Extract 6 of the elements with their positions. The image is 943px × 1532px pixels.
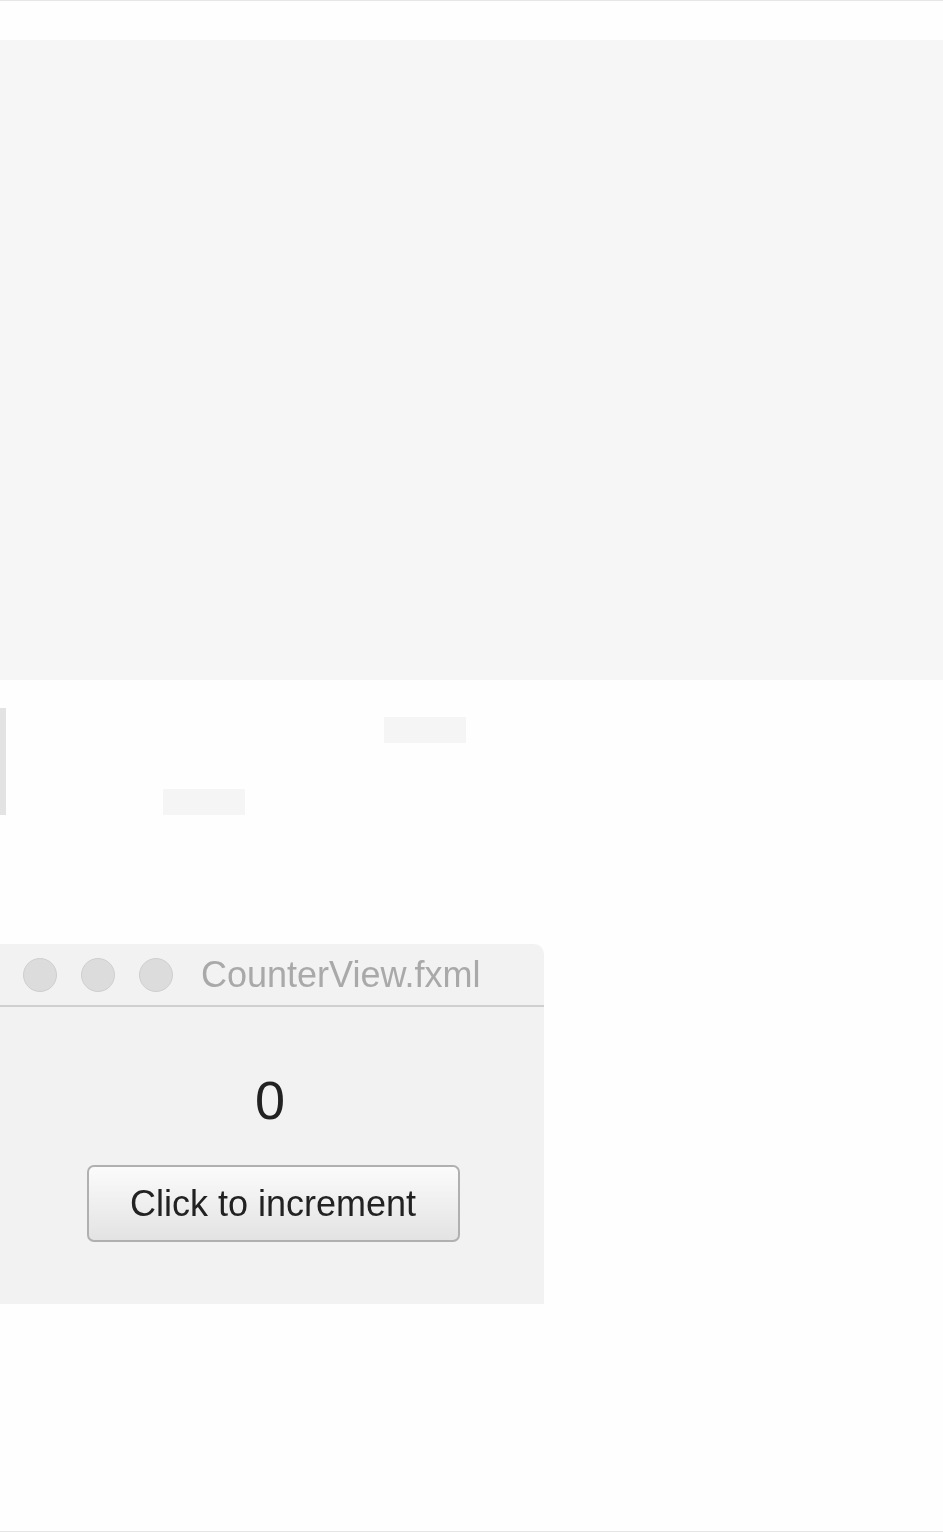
window-control-icon[interactable] bbox=[81, 957, 115, 992]
window-control-icon[interactable] bbox=[23, 957, 57, 992]
increment-button[interactable]: Click to increment bbox=[86, 1165, 460, 1242]
window-control-icon[interactable] bbox=[139, 957, 173, 992]
counter-value: 0 bbox=[254, 1073, 285, 1127]
window-title: CounterView.fxml bbox=[201, 953, 481, 996]
